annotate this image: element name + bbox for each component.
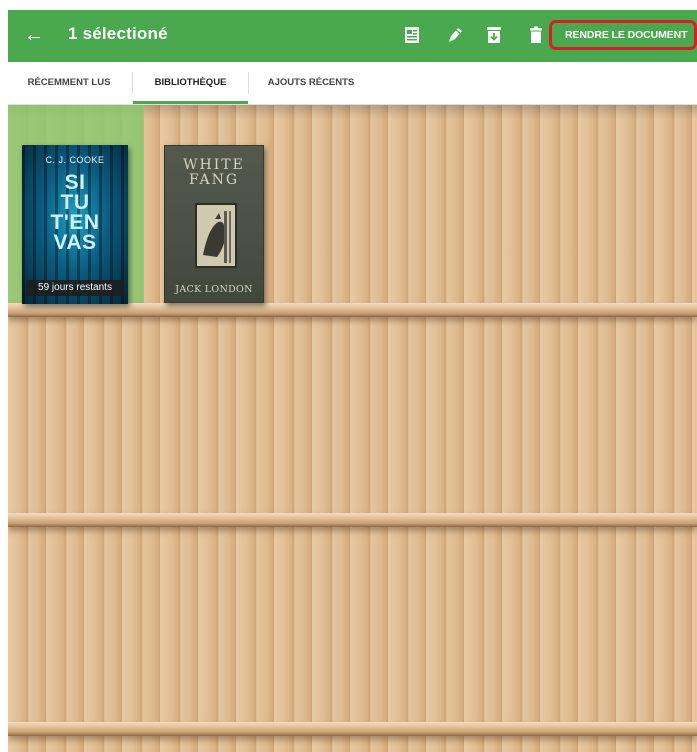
back-arrow-icon[interactable]: ← (22, 23, 46, 47)
book-cover-white-fang[interactable]: WHITE FANG JACK LONDON (164, 145, 264, 303)
book-author: C. J. COOKE (45, 155, 105, 165)
shelf-plank (8, 303, 697, 317)
shelf-plank (8, 513, 697, 527)
book-cover-si-tu-ten-vas[interactable]: C. J. COOKE SI TU T'EN VAS 59 jours rest… (22, 145, 128, 304)
pencil-icon[interactable] (444, 24, 466, 46)
shelf-plank (8, 722, 697, 736)
tab-recent-additions[interactable]: AJOUTS RÉCENTS (249, 62, 373, 104)
book-title-line: FANG (188, 172, 240, 188)
selection-count-title: 1 sélectioné (68, 24, 168, 43)
book-title-line: TU (60, 191, 90, 214)
book-title: SI TU T'EN VAS (22, 171, 128, 254)
book-title: WHITE FANG (165, 158, 263, 188)
tab-recently-read[interactable]: RÉCEMMENT LUS (8, 62, 130, 104)
loan-days-remaining-badge: 59 jours restants (26, 280, 124, 296)
cover-illustration (195, 203, 237, 268)
tab-library[interactable]: BIBLIOTHÈQUE (133, 62, 248, 104)
bookshelf: C. J. COOKE SI TU T'EN VAS 59 jours rest… (8, 105, 697, 752)
book-title-line: SI (64, 171, 86, 194)
book-title-line: WHITE (183, 157, 245, 173)
archive-icon[interactable] (483, 24, 505, 46)
trash-icon[interactable] (525, 24, 547, 46)
book-details-icon[interactable] (401, 24, 423, 46)
book-title-line: VAS (53, 231, 97, 254)
library-tabs: RÉCEMMENT LUS BIBLIOTHÈQUE AJOUTS RÉCENT… (8, 62, 697, 105)
book-author: JACK LONDON (175, 284, 253, 295)
app-screen: ← 1 sélectioné RENDRE LE DOCUMENT RÉCEMM… (8, 10, 697, 752)
return-document-button[interactable]: RENDRE LE DOCUMENT (549, 20, 697, 50)
book-title-line: T'EN (50, 211, 100, 234)
selection-app-bar: ← 1 sélectioné RENDRE LE DOCUMENT (8, 10, 697, 62)
